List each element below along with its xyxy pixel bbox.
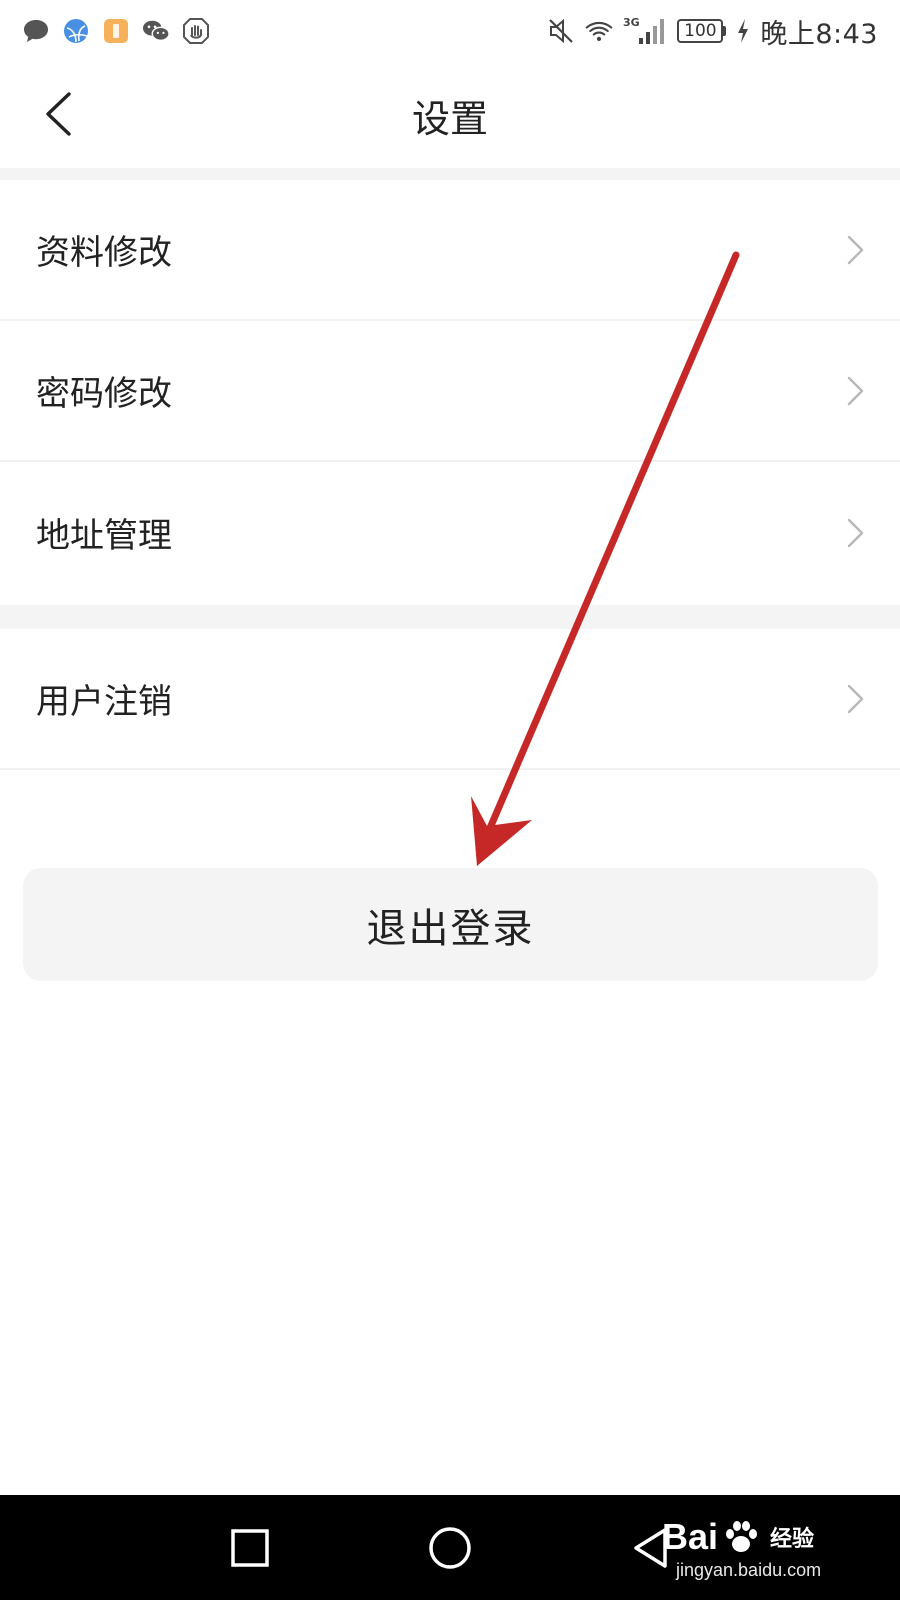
wifi-icon bbox=[585, 17, 613, 45]
signal-icon: 3G bbox=[623, 16, 667, 45]
settings-item-label: 资料修改 bbox=[36, 233, 172, 273]
baidu-jingyan-watermark: Bai 经验 jingyan.baidu.com bbox=[662, 1503, 882, 1593]
watermark-suffix: 经验 bbox=[770, 1525, 815, 1551]
settings-item-password-edit[interactable]: 密码修改 bbox=[0, 321, 900, 462]
chevron-right-icon bbox=[847, 684, 864, 713]
system-nav-bar: Bai 经验 jingyan.baidu.com bbox=[0, 1495, 900, 1600]
recent-apps-button[interactable] bbox=[205, 1495, 295, 1600]
system-status: 3G 100 晚上8:43 bbox=[547, 12, 878, 51]
paw-icon bbox=[726, 1520, 758, 1552]
watermark-url: jingyan.baidu.com bbox=[676, 1559, 822, 1580]
watermark-brand: Bai bbox=[662, 1515, 719, 1557]
circle-icon bbox=[429, 1526, 471, 1569]
security-icon bbox=[182, 17, 210, 45]
mute-icon bbox=[547, 17, 575, 45]
chevron-right-icon bbox=[847, 235, 864, 264]
section-divider bbox=[0, 168, 900, 180]
svg-text:3G: 3G bbox=[623, 16, 640, 29]
logout-button[interactable]: 退出登录 bbox=[23, 868, 878, 981]
section-divider bbox=[0, 605, 900, 629]
clock: 晚上8:43 bbox=[760, 18, 878, 50]
settings-item-account-cancel[interactable]: 用户注销 bbox=[0, 629, 900, 770]
settings-screen: 3G 100 晚上8:43 设置 资料修改 密码修改 地址管理 用户注销 退出登… bbox=[0, 0, 900, 1600]
home-button[interactable] bbox=[405, 1495, 495, 1600]
chevron-right-icon bbox=[847, 518, 864, 547]
message-icon bbox=[22, 17, 50, 45]
browser-icon bbox=[62, 17, 90, 45]
status-bar: 3G 100 晚上8:43 bbox=[0, 0, 900, 62]
chevron-right-icon bbox=[847, 376, 864, 405]
square-icon bbox=[231, 1528, 269, 1567]
app-icon bbox=[102, 17, 130, 45]
settings-item-label: 用户注销 bbox=[36, 682, 172, 722]
page-title: 设置 bbox=[411, 96, 488, 141]
settings-item-profile-edit[interactable]: 资料修改 bbox=[0, 180, 900, 321]
back-arrow-icon bbox=[46, 92, 71, 136]
settings-group-account: 资料修改 密码修改 地址管理 bbox=[0, 180, 900, 603]
battery-icon: 100 bbox=[677, 19, 727, 43]
logout-label: 退出登录 bbox=[366, 905, 535, 952]
back-button[interactable] bbox=[30, 86, 86, 142]
settings-group-danger: 用户注销 bbox=[0, 629, 900, 770]
notification-icons bbox=[22, 17, 210, 45]
battery-level: 100 bbox=[677, 19, 724, 43]
wechat-icon bbox=[142, 17, 170, 45]
charging-icon bbox=[736, 17, 750, 45]
settings-item-label: 密码修改 bbox=[36, 374, 172, 414]
settings-item-address-management[interactable]: 地址管理 bbox=[0, 462, 900, 603]
app-header: 设置 bbox=[0, 62, 900, 168]
settings-item-label: 地址管理 bbox=[36, 516, 172, 556]
